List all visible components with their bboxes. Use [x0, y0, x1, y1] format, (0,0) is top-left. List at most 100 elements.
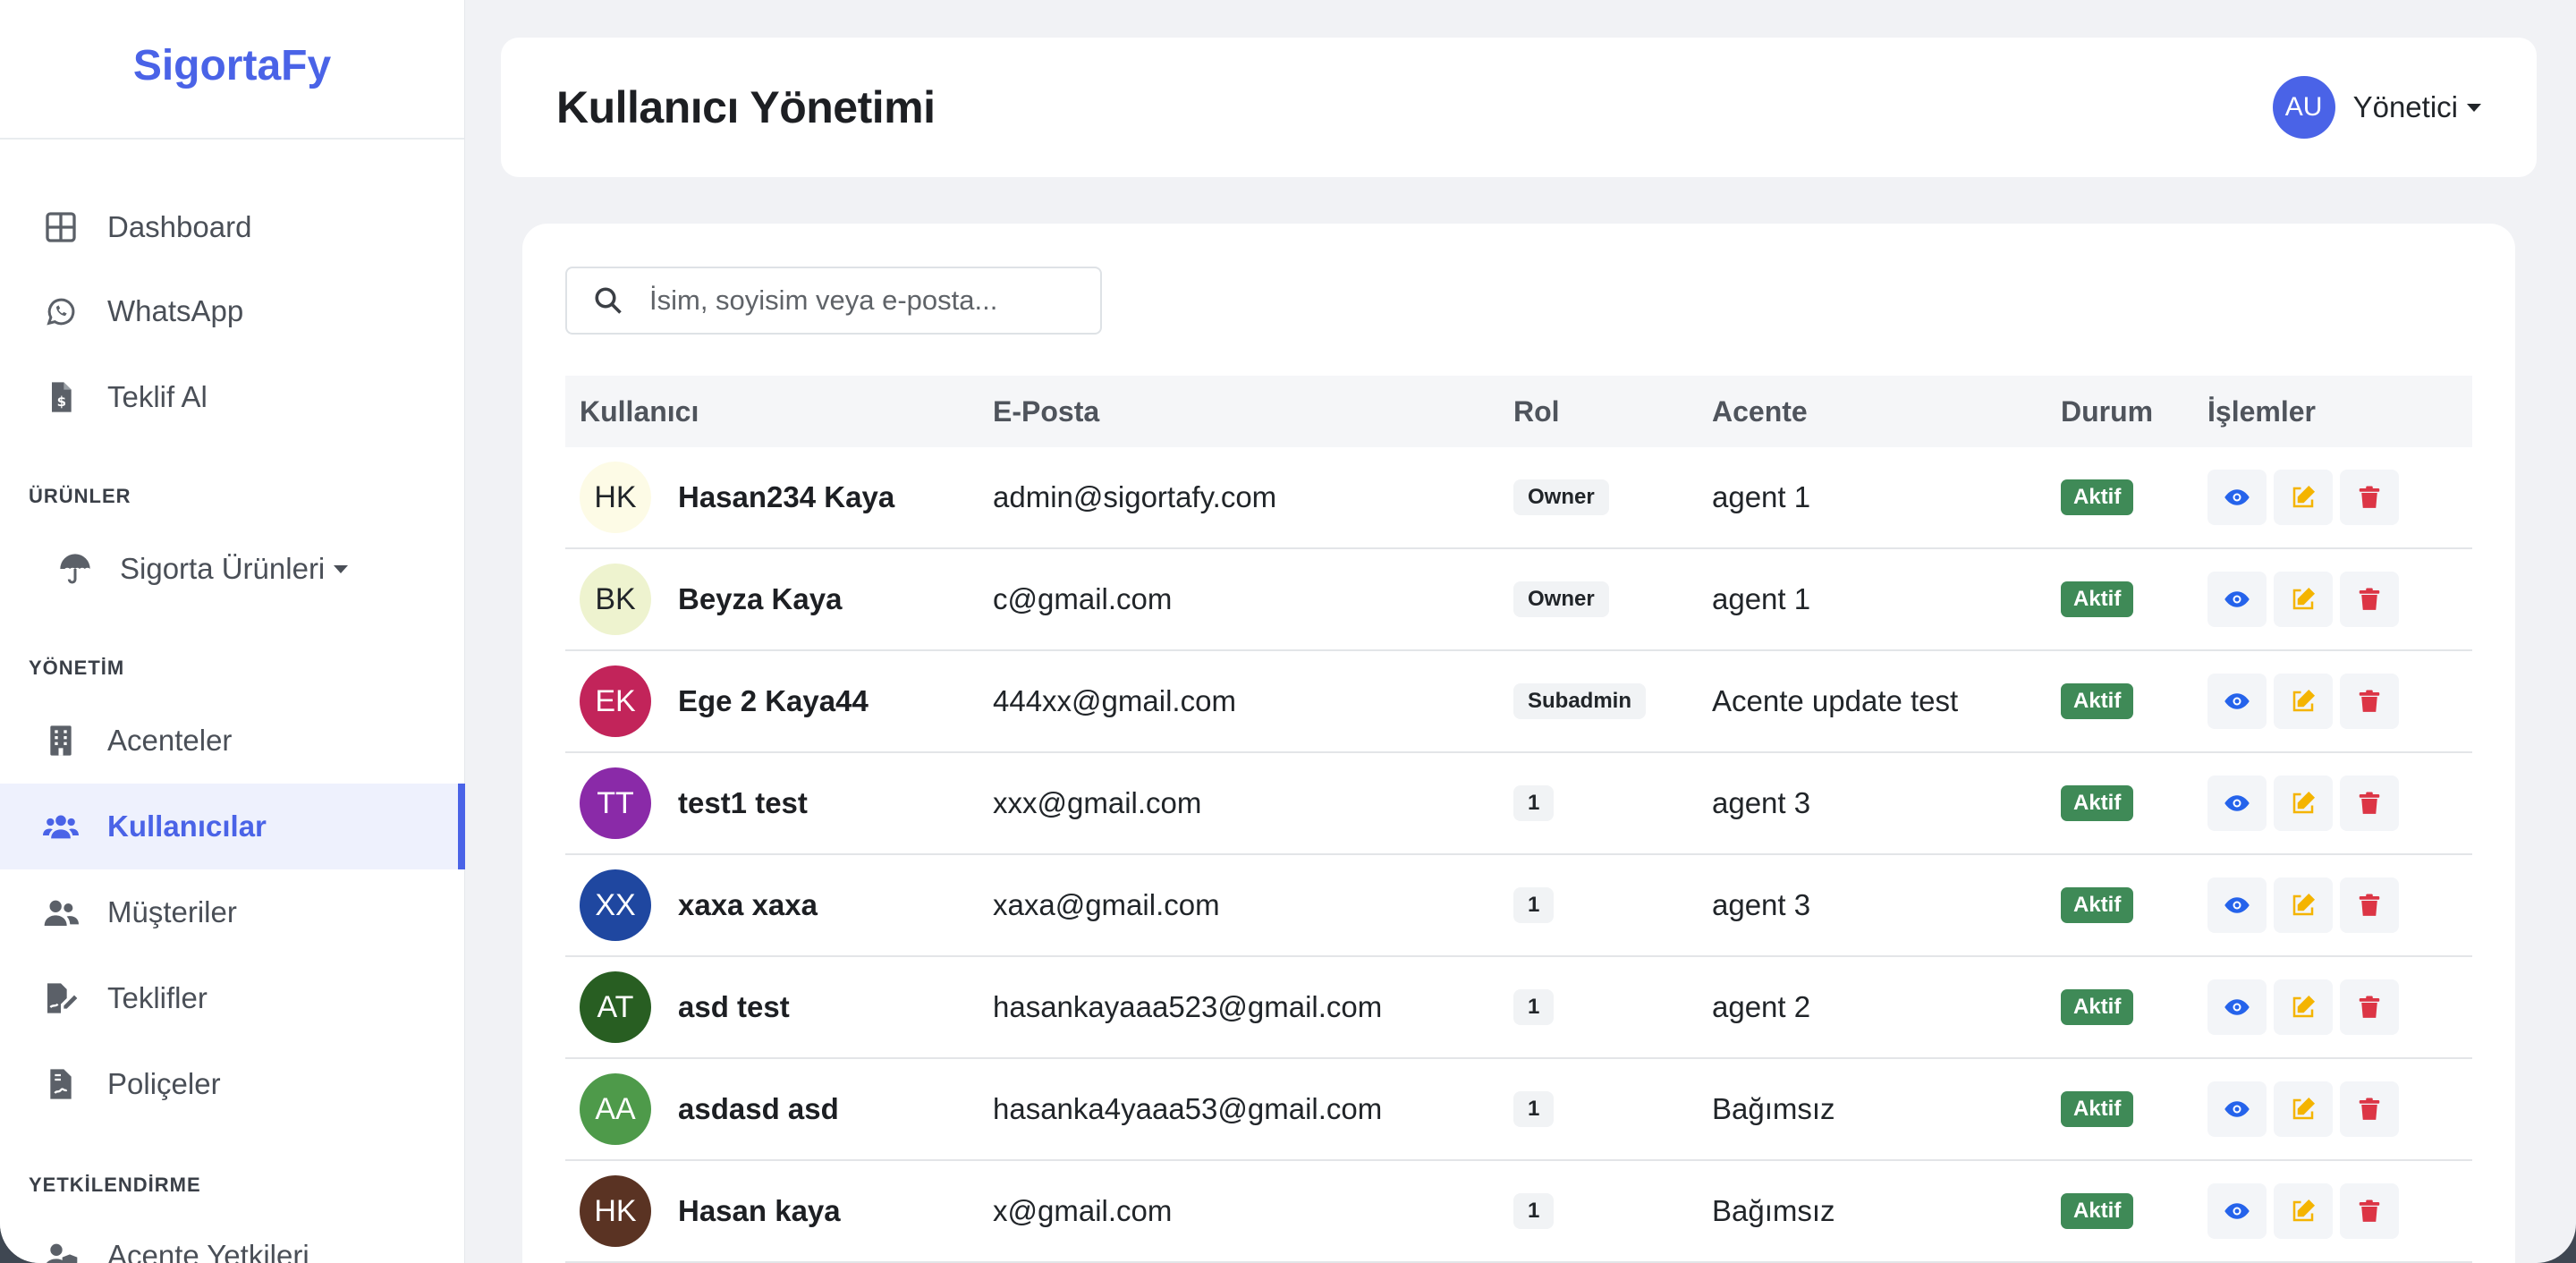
delete-button[interactable] [2340, 1183, 2399, 1239]
email-cell: hasanka4yaaa53@gmail.com [993, 1092, 1383, 1125]
brand-logo[interactable]: SigortaFy [0, 0, 464, 140]
column-header-status[interactable]: Durum [2061, 395, 2207, 428]
delete-button[interactable] [2340, 979, 2399, 1035]
email-cell: 444xx@gmail.com [993, 684, 1236, 717]
role-badge: Owner [1513, 581, 1609, 617]
delete-button[interactable] [2340, 572, 2399, 627]
app-window: SigortaFy Dashboard WhatsApp $ Teklif Al… [0, 0, 2576, 1263]
users-table: Kullanıcı E-Posta Rol Acente Durum İşlem… [565, 376, 2472, 1263]
sidebar-item-acenteler[interactable]: Acenteler [0, 698, 465, 784]
sidebar-item-acente-yetkileri[interactable]: Acente Yetkileri [0, 1213, 465, 1263]
user-name-cell: Ege 2 Kaya44 [678, 684, 869, 717]
table-row[interactable]: XX xaxa xaxa xaxa@gmail.com 1 agent 3 Ak… [565, 855, 2472, 957]
edit-button[interactable] [2274, 1183, 2333, 1239]
sidebar-item-label: Teklifler [107, 981, 208, 1014]
avatar: HK [580, 462, 651, 533]
view-button[interactable] [2207, 877, 2267, 933]
eye-icon [2224, 489, 2250, 505]
sidebar-item-teklif-al[interactable]: $ Teklif Al [0, 354, 465, 440]
sidebar-item-label: Müşteriler [107, 895, 237, 928]
table-row[interactable]: HK Hasan kaya x@gmail.com 1 Bağımsız Akt… [565, 1161, 2472, 1263]
edit-button[interactable] [2274, 674, 2333, 729]
user-shield-icon [41, 1236, 80, 1263]
delete-button[interactable] [2340, 877, 2399, 933]
eye-icon [2224, 999, 2250, 1015]
eye-icon [2224, 693, 2250, 709]
table-row[interactable]: HK Hasan234 Kaya admin@sigortafy.com Own… [565, 447, 2472, 549]
user-name-cell: Hasan234 Kaya [678, 480, 895, 513]
users-icon [41, 807, 80, 846]
edit-button[interactable] [2274, 877, 2333, 933]
avatar: BK [580, 564, 651, 635]
role-badge: 1 [1513, 1091, 1555, 1127]
sidebar-item-policeler[interactable]: Poliçeler [0, 1041, 465, 1127]
view-button[interactable] [2207, 674, 2267, 729]
sidebar: SigortaFy Dashboard WhatsApp $ Teklif Al… [0, 0, 465, 1263]
role-badge: Owner [1513, 479, 1609, 515]
role-badge: 1 [1513, 1193, 1555, 1229]
column-header-email[interactable]: E-Posta [993, 395, 1513, 428]
sidebar-item-label: WhatsApp [107, 294, 244, 327]
table-row[interactable]: AA asdasd asd hasanka4yaaa53@gmail.com 1… [565, 1059, 2472, 1161]
email-cell: c@gmail.com [993, 582, 1173, 615]
role-badge: 1 [1513, 989, 1555, 1025]
sidebar-item-label: Poliçeler [107, 1067, 221, 1100]
status-badge: Aktif [2061, 581, 2134, 617]
chevron-down-icon [334, 564, 349, 573]
sidebar-item-kullanicilar[interactable]: Kullanıcılar [0, 784, 465, 869]
delete-button[interactable] [2340, 1081, 2399, 1137]
edit-icon [2292, 995, 2316, 1018]
eye-icon [2224, 1203, 2250, 1219]
sidebar-item-teklifler[interactable]: Teklifler [0, 955, 465, 1041]
avatar: XX [580, 869, 651, 941]
search-box[interactable] [565, 267, 1102, 335]
file-invoice-dollar-icon: $ [41, 377, 80, 417]
edit-icon [2292, 587, 2316, 610]
edit-icon [2292, 1199, 2316, 1222]
edit-button[interactable] [2274, 979, 2333, 1035]
status-badge: Aktif [2061, 479, 2134, 515]
view-button[interactable] [2207, 470, 2267, 525]
table-row[interactable]: AT asd test hasankayaaa523@gmail.com 1 a… [565, 957, 2472, 1059]
user-name-cell: Hasan kaya [678, 1194, 841, 1227]
sidebar-item-dashboard[interactable]: Dashboard [0, 184, 465, 270]
avatar: HK [580, 1175, 651, 1247]
agency-cell: agent 3 [1712, 888, 1811, 921]
column-header-role[interactable]: Rol [1513, 395, 1712, 428]
view-button[interactable] [2207, 1081, 2267, 1137]
sidebar-item-label: Sigorta Ürünleri [120, 552, 326, 585]
column-header-user[interactable]: Kullanıcı [565, 395, 993, 428]
avatar: AA [580, 1073, 651, 1145]
edit-button[interactable] [2274, 572, 2333, 627]
avatar: EK [580, 665, 651, 737]
sidebar-item-musteriler[interactable]: Müşteriler [0, 869, 465, 955]
building-icon [41, 721, 80, 760]
sidebar-item-whatsapp[interactable]: WhatsApp [0, 268, 465, 354]
view-button[interactable] [2207, 776, 2267, 831]
search-input[interactable] [649, 284, 1079, 317]
status-badge: Aktif [2061, 1091, 2134, 1127]
delete-button[interactable] [2340, 470, 2399, 525]
edit-button[interactable] [2274, 776, 2333, 831]
edit-button[interactable] [2274, 1081, 2333, 1137]
edit-button[interactable] [2274, 470, 2333, 525]
section-title-management: YÖNETİM [29, 657, 125, 679]
view-button[interactable] [2207, 572, 2267, 627]
svg-text:$: $ [57, 394, 66, 410]
view-button[interactable] [2207, 979, 2267, 1035]
table-row[interactable]: TT test1 test xxx@gmail.com 1 agent 3 Ak… [565, 753, 2472, 855]
email-cell: hasankayaaa523@gmail.com [993, 990, 1383, 1023]
view-button[interactable] [2207, 1183, 2267, 1239]
delete-button[interactable] [2340, 776, 2399, 831]
email-cell: x@gmail.com [993, 1194, 1173, 1227]
table-row[interactable]: EK Ege 2 Kaya44 444xx@gmail.com Subadmin… [565, 651, 2472, 753]
trash-icon [2359, 996, 2380, 1018]
delete-button[interactable] [2340, 674, 2399, 729]
table-row[interactable]: BK Beyza Kaya c@gmail.com Owner agent 1 … [565, 549, 2472, 651]
user-menu-dropdown[interactable]: AU Yönetici [2272, 76, 2481, 139]
edit-icon [2292, 1097, 2316, 1120]
sidebar-item-sigorta-urunleri[interactable]: Sigorta Ürünleri [0, 526, 465, 612]
role-badge: Subadmin [1513, 683, 1647, 719]
column-header-agency[interactable]: Acente [1712, 395, 2061, 428]
file-contract-icon [41, 1064, 80, 1104]
